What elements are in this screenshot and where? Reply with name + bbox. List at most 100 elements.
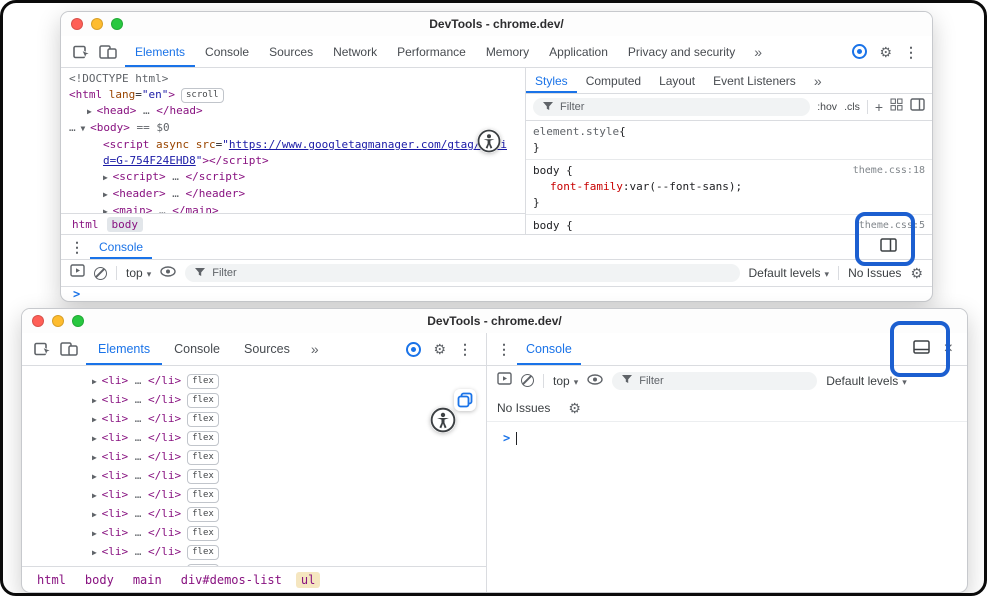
drawer-tab-console[interactable]: Console <box>517 333 581 365</box>
expander-icon[interactable]: ▶ <box>103 190 113 199</box>
accessibility-icon[interactable] <box>430 407 456 433</box>
more-panels-icon[interactable]: » <box>302 341 328 357</box>
breadcrumb-item[interactable]: body <box>107 217 144 232</box>
kebab-menu-icon[interactable]: ⋮ <box>458 342 472 356</box>
drawer-tab-console[interactable]: Console <box>90 235 152 259</box>
node-badge[interactable]: flex <box>187 469 219 484</box>
issues-counter[interactable]: No Issues <box>497 401 550 415</box>
panel-tab[interactable]: Console <box>162 333 232 365</box>
kebab-menu-icon[interactable]: ⋮ <box>904 45 918 59</box>
issues-counter[interactable]: No Issues <box>848 266 901 280</box>
expander-icon[interactable]: ▶ <box>92 548 102 557</box>
console-prompt[interactable]: > <box>61 287 932 301</box>
panel-tab[interactable]: Performance <box>387 36 476 67</box>
record-icon[interactable] <box>852 44 867 59</box>
panel-tab[interactable]: Elements <box>125 36 195 67</box>
sidebar-tab[interactable]: Computed <box>577 68 650 93</box>
context-selector-dropdown[interactable]: top <box>553 374 578 388</box>
dock-side-icon[interactable] <box>880 238 897 257</box>
console-filter-input[interactable]: Filter <box>612 372 817 390</box>
panel-tab[interactable]: Application <box>539 36 618 67</box>
expander-icon[interactable]: ▶ <box>92 491 102 500</box>
dom-node-line[interactable]: ▶ <li> … </li>flex <box>92 524 486 543</box>
dom-node-line[interactable]: ▶ <li> … </li>flex <box>92 391 486 410</box>
context-selector-dropdown[interactable]: top <box>126 266 151 280</box>
panel-tab[interactable]: Sources <box>232 333 302 365</box>
toggle-element-state-button[interactable]: :hov <box>817 101 837 113</box>
accessibility-icon[interactable] <box>477 129 501 153</box>
sidebar-tab[interactable]: Layout <box>650 68 704 93</box>
node-badge[interactable]: flex <box>187 545 219 560</box>
expander-icon[interactable]: ▶ <box>92 453 102 462</box>
styles-filter-input[interactable]: Filter <box>533 98 810 116</box>
css-rule-body-2[interactable]: body { theme.css:5 <box>533 218 925 234</box>
dom-node-line[interactable]: ▶ <li> … </li>flex <box>92 410 486 429</box>
dom-node-line[interactable]: <html lang="en">scroll <box>69 87 525 103</box>
node-badge[interactable]: scroll <box>181 88 224 103</box>
record-icon[interactable] <box>406 342 421 357</box>
dom-node-line[interactable]: ▶ <li> … </li>flex <box>92 448 486 467</box>
expander-icon[interactable]: ▶ <box>92 529 102 538</box>
element-classes-button[interactable]: .cls <box>844 101 860 113</box>
panel-tab[interactable]: Network <box>323 36 387 67</box>
settings-gear-icon[interactable]: ⚙ <box>879 45 892 59</box>
expander-icon[interactable]: ▶ <box>92 434 102 443</box>
panel-tab[interactable]: Sources <box>259 36 323 67</box>
console-settings-icon[interactable]: ⚙ <box>910 266 923 280</box>
console-filter-input[interactable]: Filter <box>185 264 739 282</box>
node-badge[interactable]: flex <box>187 431 219 446</box>
node-badge[interactable]: flex <box>187 412 219 427</box>
node-badge[interactable]: flex <box>187 374 219 389</box>
dom-node-line[interactable]: ▶ <script> … </script> <box>69 169 525 186</box>
css-file-link[interactable]: theme.css:5 <box>859 218 925 234</box>
dom-node-line[interactable]: <!DOCTYPE html> <box>69 71 525 87</box>
dom-node-line[interactable]: ▶ <li> … </li>flex <box>92 486 486 505</box>
dom-node-line[interactable]: d=G-754F24EHD8"></script> <box>69 153 525 169</box>
node-badge[interactable]: flex <box>187 526 219 541</box>
code-token[interactable]: https://www.googletagmanager.com/gtag/js… <box>229 138 507 151</box>
css-rule-element-style[interactable]: element.style { <box>533 124 925 140</box>
clear-console-icon[interactable] <box>521 374 534 387</box>
expander-icon[interactable]: ▶ <box>92 377 102 386</box>
dom-node-line[interactable]: ▶ <li> … </li>flex <box>92 467 486 486</box>
device-toolbar-icon[interactable] <box>95 40 121 64</box>
dock-bottom-icon[interactable] <box>913 340 930 359</box>
css-rule-body-1[interactable]: body { theme.css:18 <box>533 163 925 179</box>
dom-node-line[interactable]: … ▼ <body> == $0 <box>69 120 525 137</box>
close-drawer-icon[interactable]: × <box>944 341 953 357</box>
node-badge[interactable]: flex <box>187 488 219 503</box>
new-style-rule-icon[interactable]: + <box>875 99 883 115</box>
code-token[interactable]: d=G-754F24EHD8 <box>103 154 196 167</box>
eye-icon[interactable] <box>587 372 603 390</box>
dom-node-line[interactable]: ▶ <li> … </li>flex <box>92 372 486 391</box>
more-panels-icon[interactable]: » <box>745 44 771 60</box>
expander-icon[interactable]: ▶ <box>87 107 97 116</box>
expander-icon[interactable]: ▶ <box>103 173 113 182</box>
panel-tab[interactable]: Privacy and security <box>618 36 745 67</box>
layers-icon[interactable] <box>454 389 476 411</box>
device-toolbar-icon[interactable] <box>56 337 82 361</box>
sidebar-tab[interactable]: Styles <box>526 68 577 93</box>
panel-tab[interactable]: Memory <box>476 36 539 67</box>
expander-icon[interactable]: ▶ <box>92 510 102 519</box>
inspect-element-icon[interactable] <box>30 337 56 361</box>
sidebar-tab[interactable]: Event Listeners <box>704 68 805 93</box>
node-badge[interactable]: flex <box>187 450 219 465</box>
breadcrumb-item[interactable]: div#demos-list <box>176 572 287 588</box>
console-sidebar-icon[interactable] <box>70 264 85 282</box>
clear-console-icon[interactable] <box>94 267 107 280</box>
css-file-link[interactable]: theme.css:18 <box>853 163 925 179</box>
eye-icon[interactable] <box>160 264 176 282</box>
dom-node-line[interactable]: ▶ <li> … </li>flex <box>92 429 486 448</box>
dom-node-line[interactable]: ▶ <header> … </header> <box>69 186 525 203</box>
expander-icon[interactable]: ▼ <box>76 124 90 133</box>
panel-tab[interactable]: Console <box>195 36 259 67</box>
grid-icon[interactable] <box>890 98 903 116</box>
inspect-element-icon[interactable] <box>69 40 95 64</box>
log-levels-dropdown[interactable]: Default levels <box>826 374 907 388</box>
dom-node-line[interactable]: ▶ <head> … </head> <box>69 103 525 120</box>
computed-sidebar-icon[interactable] <box>910 98 925 116</box>
expander-icon[interactable]: ▶ <box>92 415 102 424</box>
breadcrumb-item[interactable]: main <box>128 572 167 588</box>
breadcrumb-item[interactable]: html <box>67 217 104 232</box>
